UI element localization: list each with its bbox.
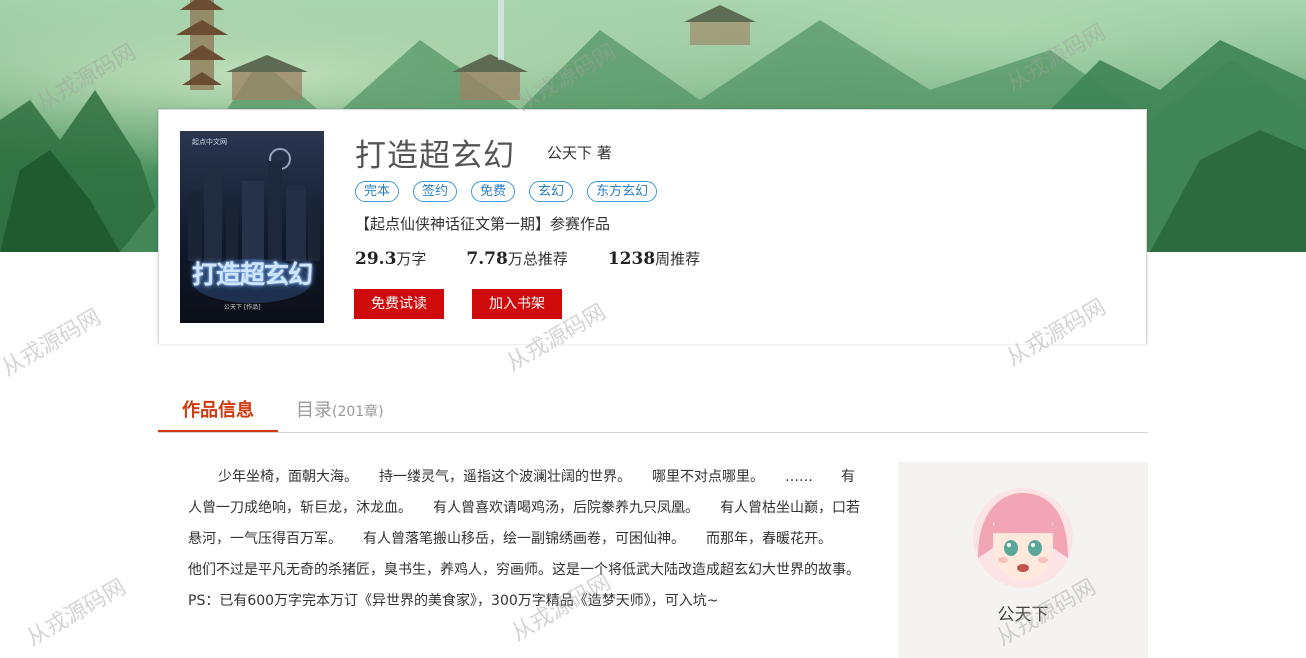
catalog-count: (201章) — [332, 404, 384, 420]
watermark-text: 从戎源码网 — [22, 574, 131, 652]
add-to-shelf-button[interactable]: 加入书架 — [472, 289, 562, 319]
tag-signed[interactable]: 签约 — [413, 181, 458, 202]
content-tabs: 作品信息 目录(201章) — [158, 396, 1148, 433]
stat-word-count: 29.3万字 — [355, 249, 427, 269]
book-info-card: 起点中文网 打造超玄幻 公天下 [作品] 打造超玄幻 公天下 著 完本 签约 免… — [158, 109, 1147, 344]
tag-subgenre[interactable]: 东方玄幻 — [587, 181, 658, 202]
book-title: 打造超玄幻 — [355, 138, 515, 174]
book-tags: 完本 签约 免费 玄幻 东方玄幻 — [355, 181, 658, 202]
book-cover[interactable]: 起点中文网 打造超玄幻 公天下 [作品] — [180, 131, 324, 323]
tag-free[interactable]: 免费 — [471, 181, 516, 202]
stat-weekly-recommend: 1238周推荐 — [607, 249, 701, 269]
free-read-button[interactable]: 免费试读 — [354, 289, 444, 319]
author-name[interactable]: 公天下 — [898, 600, 1148, 625]
stat-total-recommend: 7.78万总推荐 — [466, 249, 568, 269]
cover-publisher: 起点中文网 — [192, 138, 227, 146]
tag-status[interactable]: 完本 — [355, 181, 400, 202]
author-avatar[interactable] — [973, 488, 1073, 588]
author-panel: 公天下 — [898, 462, 1148, 658]
book-author[interactable]: 公天下 著 — [547, 142, 612, 163]
tab-book-info[interactable]: 作品信息 — [158, 396, 278, 432]
tag-genre[interactable]: 玄幻 — [529, 181, 574, 202]
contest-label: 【起点仙侠神话征文第一期】参赛作品 — [355, 215, 611, 233]
cover-author: 公天下 [作品] — [224, 304, 261, 311]
watermark-text: 从戎源码网 — [0, 304, 106, 382]
cover-title: 打造超玄幻 — [191, 260, 313, 289]
book-intro: 少年坐椅，面朝大海。 持一缕灵气，遥指这个波澜壮阔的世界。 哪里不对点哪里。 …… — [188, 469, 881, 609]
book-stats: 29.3万字 7.78万总推荐 1238周推荐 — [355, 248, 700, 269]
tab-catalog[interactable]: 目录(201章) — [296, 396, 384, 430]
